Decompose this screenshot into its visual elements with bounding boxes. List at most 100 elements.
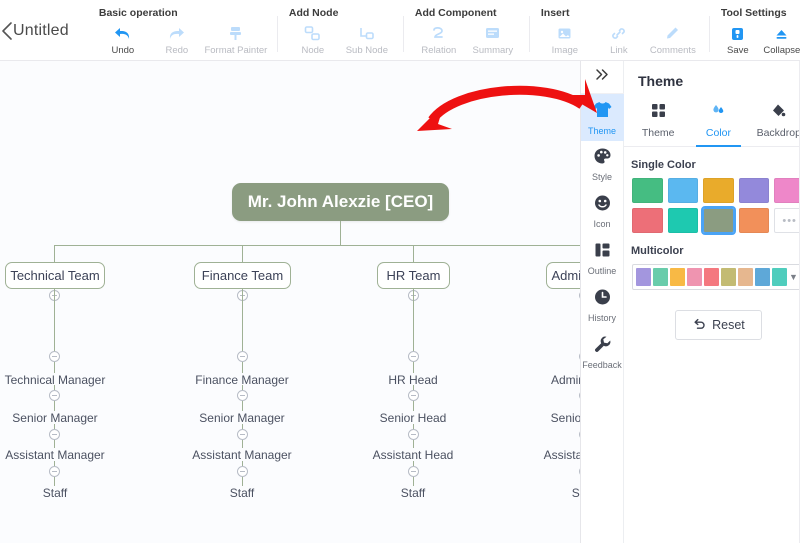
undo-button[interactable]: Undo bbox=[97, 22, 149, 56]
add-relation-button[interactable]: Relation bbox=[413, 22, 465, 56]
insert-link-button[interactable]: Link bbox=[593, 22, 645, 56]
save-button[interactable]: Save bbox=[719, 22, 757, 56]
collapse-button[interactable]: Collapse bbox=[759, 22, 800, 56]
toolbar-group-tool-settings: Tool Settings Save Collapse bbox=[708, 0, 800, 61]
mindmap-leaf[interactable]: Senior Manager bbox=[4, 411, 106, 425]
connector bbox=[242, 477, 243, 486]
mindmap-leaf[interactable]: Assistant Head bbox=[529, 448, 580, 462]
rail-item-feedback[interactable]: Feedback bbox=[581, 329, 624, 376]
add-node-button[interactable]: Node bbox=[287, 22, 339, 56]
connector bbox=[242, 401, 243, 411]
connector bbox=[413, 401, 414, 411]
smiley-icon bbox=[593, 194, 612, 217]
add-sub-node-button[interactable]: Sub Node bbox=[341, 22, 393, 56]
save-label: Save bbox=[727, 45, 749, 56]
mindmap-branch-node[interactable]: Finance Team bbox=[194, 262, 291, 289]
link-icon bbox=[610, 24, 627, 43]
insert-image-button[interactable]: Image bbox=[539, 22, 591, 56]
multicolor-select[interactable]: ▼ bbox=[632, 264, 800, 290]
mindmap-branch-node[interactable]: Technical Team bbox=[5, 262, 105, 289]
panel-collapse-button[interactable] bbox=[580, 61, 624, 94]
insert-image-label: Image bbox=[551, 45, 579, 56]
panel-tabs: Theme Color Backdrop bbox=[624, 99, 800, 147]
connector-drop-3 bbox=[413, 245, 414, 262]
tab-backdrop[interactable]: Backdrop bbox=[749, 99, 800, 146]
collapse-toggle[interactable] bbox=[237, 390, 248, 401]
single-color-label: Single Color bbox=[631, 159, 696, 171]
mindmap-leaf[interactable]: Assistant Head bbox=[358, 448, 468, 462]
color-swatch[interactable] bbox=[667, 208, 699, 233]
collapse-toggle[interactable] bbox=[408, 429, 419, 440]
multicolor-swatch bbox=[653, 268, 668, 286]
rail-label: Theme bbox=[587, 125, 616, 136]
mindmap-leaf[interactable]: Assistant Manager bbox=[0, 448, 110, 462]
redo-arrow-icon bbox=[167, 24, 186, 43]
tshirt-icon bbox=[592, 100, 613, 124]
color-swatch[interactable] bbox=[703, 178, 734, 203]
collapse-toggle[interactable] bbox=[408, 390, 419, 401]
toolbar-group-insert: Insert Image Link Comments bbox=[528, 0, 709, 61]
connector bbox=[242, 289, 243, 351]
connector bbox=[413, 477, 414, 486]
collapse-toggle[interactable] bbox=[49, 429, 60, 440]
collapse-toggle[interactable] bbox=[237, 351, 248, 362]
color-swatch[interactable] bbox=[774, 178, 800, 203]
color-swatch[interactable] bbox=[738, 208, 770, 233]
mindmap-leaf[interactable]: Senior Head bbox=[533, 411, 580, 425]
connector bbox=[413, 440, 414, 448]
mindmap-branch-node[interactable]: Admin Team bbox=[546, 262, 580, 289]
mindmap-root-node[interactable]: Mr. John Alexzie [CEO] bbox=[232, 183, 449, 221]
mindmap-canvas[interactable]: Mr. John Alexzie [CEO] Technical Team Te… bbox=[0, 61, 580, 543]
collapse-toggle[interactable] bbox=[408, 351, 419, 362]
connector-root-stem bbox=[340, 221, 341, 245]
collapse-toggle[interactable] bbox=[49, 351, 60, 362]
mindmap-leaf[interactable]: Staff bbox=[533, 486, 580, 500]
tab-color[interactable]: Color bbox=[688, 99, 748, 147]
mindmap-leaf[interactable]: Senior Head bbox=[362, 411, 464, 425]
color-swatch-selected[interactable] bbox=[701, 206, 736, 235]
tab-label: Color bbox=[705, 127, 732, 139]
document-title[interactable]: Untitled bbox=[13, 0, 87, 61]
color-swatch[interactable] bbox=[667, 178, 699, 203]
color-swatch[interactable] bbox=[632, 208, 663, 233]
color-swatch[interactable] bbox=[632, 178, 663, 203]
redo-button[interactable]: Redo bbox=[151, 22, 203, 56]
add-relation-label: Relation bbox=[421, 45, 457, 56]
mindmap-leaf[interactable]: Admin Head bbox=[533, 373, 580, 387]
comments-icon bbox=[664, 24, 681, 43]
collapse-toggle[interactable] bbox=[49, 466, 60, 477]
rail-item-icon[interactable]: Icon bbox=[581, 188, 624, 235]
mindmap-leaf[interactable]: Senior Manager bbox=[191, 411, 293, 425]
collapse-toggle[interactable] bbox=[237, 429, 248, 440]
mindmap-leaf[interactable]: Staff bbox=[362, 486, 464, 500]
mindmap-leaf[interactable]: Staff bbox=[191, 486, 293, 500]
mindmap-leaf[interactable]: Technical Manager bbox=[4, 373, 106, 387]
reset-button[interactable]: Reset bbox=[675, 310, 762, 340]
back-button[interactable] bbox=[0, 0, 13, 61]
insert-comments-button[interactable]: Comments bbox=[647, 22, 699, 56]
redo-label: Redo bbox=[165, 45, 189, 56]
group-label: Insert bbox=[540, 7, 570, 19]
rail-item-outline[interactable]: Outline bbox=[581, 235, 624, 282]
rail-item-history[interactable]: History bbox=[581, 282, 624, 329]
collapse-toggle[interactable] bbox=[237, 466, 248, 477]
reset-row: Reset bbox=[624, 290, 800, 340]
connector bbox=[54, 289, 55, 351]
rail-item-theme[interactable]: Theme bbox=[580, 94, 624, 141]
collapse-toggle[interactable] bbox=[49, 390, 60, 401]
connector bbox=[54, 385, 55, 390]
collapse-toggle[interactable] bbox=[408, 466, 419, 477]
mindmap-leaf[interactable]: Assistant Manager bbox=[187, 448, 297, 462]
rail-item-style[interactable]: Style bbox=[581, 141, 624, 188]
add-summary-button[interactable]: Summary bbox=[467, 22, 519, 56]
tab-theme[interactable]: Theme bbox=[628, 99, 688, 146]
paint-bucket-icon bbox=[771, 103, 786, 123]
connector bbox=[54, 477, 55, 486]
more-colors-button[interactable]: ••• bbox=[774, 208, 800, 233]
mindmap-leaf[interactable]: Staff bbox=[4, 486, 106, 500]
color-swatch[interactable] bbox=[738, 178, 770, 203]
format-painter-button[interactable]: Format Painter bbox=[204, 22, 267, 56]
mindmap-branch-node[interactable]: HR Team bbox=[377, 262, 450, 289]
add-summary-label: Summary bbox=[472, 45, 514, 56]
reset-arrow-icon bbox=[692, 317, 706, 333]
